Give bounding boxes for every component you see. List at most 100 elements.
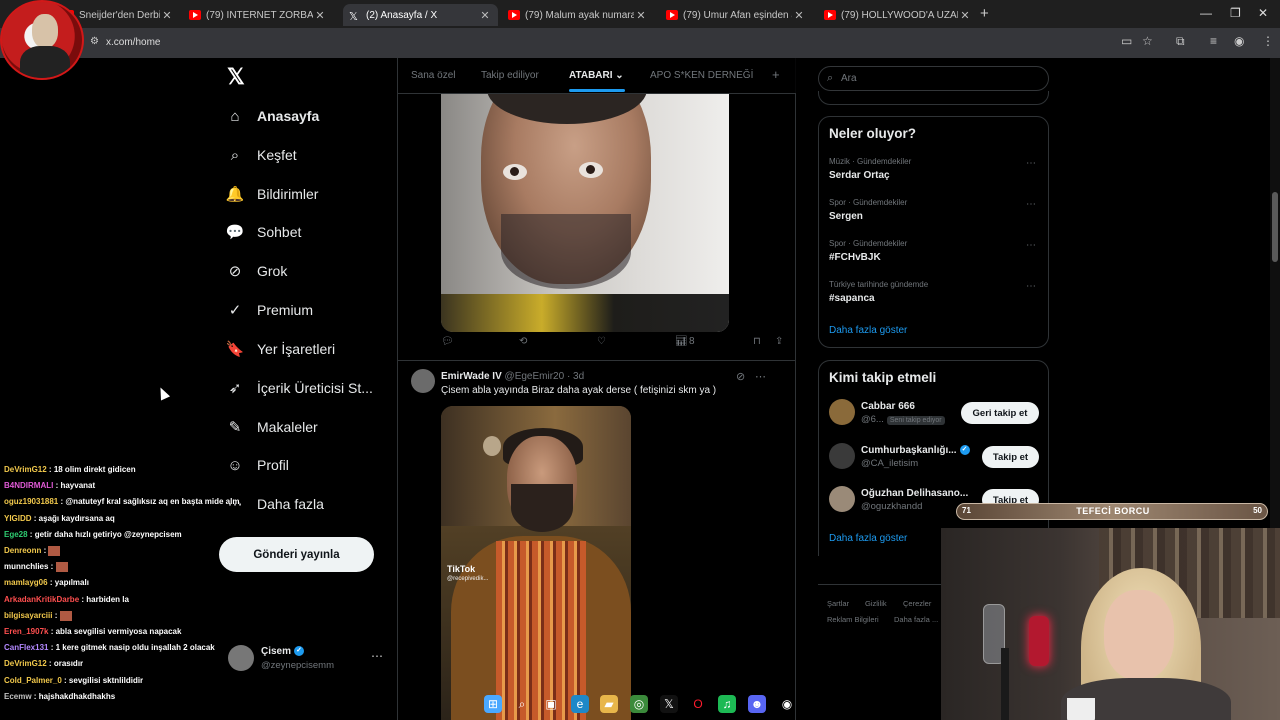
browser-tab[interactable]: 𝕏 (2) Anasayfa / X ✕: [343, 4, 498, 26]
trend-name[interactable]: #sapanca: [829, 293, 875, 304]
reply-icon[interactable]: 💬︎: [441, 336, 454, 347]
opera-icon[interactable]: O: [689, 695, 707, 713]
search-placeholder: Ara: [841, 73, 857, 84]
tab-title: (79) Malum ayak numarasına ka: [525, 9, 634, 21]
nav-item-more[interactable]: ⋯ Daha fazla: [226, 491, 324, 517]
minimize-icon[interactable]: —: [1200, 6, 1212, 20]
browser-tab[interactable]: (79) İNTERNET ZORBASINA SOF✕: [183, 4, 333, 26]
nav-item-premium[interactable]: ✓ Premium: [226, 297, 313, 323]
add-tab-icon[interactable]: +: [772, 67, 780, 82]
maximize-icon[interactable]: ❐: [1230, 6, 1241, 20]
browser-tab[interactable]: (79) Malum ayak numarasına ka✕: [502, 4, 654, 26]
nav-item-grok[interactable]: ⊘ Grok: [226, 258, 288, 284]
grok-icon[interactable]: ⊘: [736, 370, 745, 383]
tweet-image[interactable]: [441, 94, 729, 332]
bookmark-icon[interactable]: ⊓: [753, 336, 761, 347]
follow-button[interactable]: Geri takip et: [961, 402, 1039, 424]
tweet-author-name[interactable]: EmirWade IV: [441, 371, 502, 382]
more-icon[interactable]: ⋯: [755, 370, 766, 383]
tab-title: (2) Anasayfa / X: [366, 9, 438, 21]
new-tab-button[interactable]: +: [980, 5, 989, 22]
more-icon[interactable]: ⋯: [1026, 240, 1036, 251]
chat-message: Eren_1907k : abla sevgilisi vermiyosa na…: [0, 624, 240, 640]
obs-icon[interactable]: ◉: [778, 695, 796, 713]
avatar[interactable]: [411, 369, 435, 393]
footer-link[interactable]: Şartlar: [827, 599, 849, 608]
tab-apo[interactable]: APO S*KEN DERNEĞİ: [650, 70, 753, 81]
bell-icon: 🔔: [225, 186, 245, 203]
scrollbar-thumb[interactable]: [1272, 192, 1278, 262]
follow-button[interactable]: Takip et: [982, 446, 1039, 468]
follow-name[interactable]: Cumhurbaşkanlığı... ✓: [861, 445, 970, 456]
windows-icon[interactable]: ⊞: [484, 695, 502, 713]
more-icon[interactable]: ⋯: [1026, 281, 1036, 292]
follow-name[interactable]: Cabbar 666: [861, 401, 915, 412]
follow-handle-text: @oguzkhandd: [861, 501, 923, 512]
footer-link[interactable]: Çerezler: [903, 599, 931, 608]
edge-icon[interactable]: e: [571, 695, 589, 713]
nav-item-search[interactable]: ⌕ Keşfet: [226, 142, 297, 168]
close-tab-icon[interactable]: ✕: [313, 9, 327, 22]
footer-link[interactable]: Daha fazla ...: [894, 615, 938, 624]
nav-item-bell[interactable]: 🔔 Bildirimler: [225, 181, 319, 207]
close-tab-icon[interactable]: ✕: [958, 9, 972, 22]
nav-item-bookmark[interactable]: 🔖 Yer İşaretleri: [226, 336, 335, 362]
nav-item-chat[interactable]: 💬 Sohbet: [226, 219, 302, 245]
views-icon[interactable]: 📊︎: [675, 336, 688, 347]
profile-avatar-icon[interactable]: ◉: [1234, 34, 1244, 48]
post-button[interactable]: Gönderi yayınla: [219, 537, 374, 572]
close-tab-icon[interactable]: ✕: [792, 9, 806, 22]
tweet-video[interactable]: TikTok @recepivedik...: [441, 406, 631, 720]
footer-link[interactable]: Gizlilik: [865, 599, 887, 608]
trends-panel: Neler oluyor? Müzik · Gündemdekiler Serda…: [818, 116, 1049, 348]
browser-tab[interactable]: (79) Umur Afan eşinden azar yiy✕: [660, 4, 812, 26]
search-icon[interactable]: ⌕: [513, 695, 531, 713]
taskview-icon[interactable]: ▣: [542, 695, 560, 713]
search-input[interactable]: ⌕ Ara: [818, 66, 1049, 91]
like-icon[interactable]: ♡: [597, 336, 606, 347]
close-tab-icon[interactable]: ✕: [478, 9, 492, 22]
url-field[interactable]: x.com/home: [106, 37, 160, 48]
retweet-icon[interactable]: ⟲: [519, 336, 527, 347]
tab-sana-ozel[interactable]: Sana özel: [411, 70, 455, 81]
follow-show-more[interactable]: Daha fazla göster: [829, 533, 907, 544]
nav-item-home[interactable]: ⌂ Anasayfa: [226, 103, 319, 129]
folder-icon[interactable]: ▰: [600, 695, 618, 713]
avatar[interactable]: [829, 399, 855, 425]
chrome-icon[interactable]: ◎: [630, 695, 648, 713]
trend-name[interactable]: Sergen: [829, 211, 863, 222]
browser-menu-icon[interactable]: ⋮: [1262, 34, 1274, 48]
close-tab-icon[interactable]: ✕: [634, 9, 648, 22]
tweet-time[interactable]: · 3d: [567, 371, 584, 382]
trends-show-more[interactable]: Daha fazla göster: [829, 325, 907, 336]
more-icon[interactable]: ⋯: [1026, 199, 1036, 210]
tab-takip-ediliyor[interactable]: Takip ediliyor: [481, 70, 539, 81]
media-icon[interactable]: ≡: [1210, 34, 1217, 48]
x-icon[interactable]: 𝕏: [660, 695, 678, 713]
close-tab-icon[interactable]: ✕: [160, 9, 174, 22]
extensions-icon[interactable]: ⧉: [1176, 34, 1185, 49]
share-icon[interactable]: ⇪: [775, 336, 783, 347]
spotify-icon[interactable]: ♫: [718, 695, 736, 713]
follow-name[interactable]: Oğuzhan Delihasano...: [861, 488, 968, 499]
x-logo-icon[interactable]: 𝕏: [227, 64, 245, 90]
more-icon[interactable]: ⋯: [1026, 158, 1036, 169]
discord-icon[interactable]: ☻: [748, 695, 766, 713]
nav-item-rocket[interactable]: ➶ İçerik Üreticisi St...: [226, 375, 373, 401]
nav-item-article[interactable]: ✎ Makaleler: [226, 414, 318, 440]
account-switcher[interactable]: Çisem ✓ @zeynepcisemm ⋯: [228, 645, 388, 673]
close-window-icon[interactable]: ✕: [1258, 6, 1268, 20]
browser-tab[interactable]: (79) HOLLYWOOD'A UZANAN YO✕: [818, 4, 978, 26]
more-icon[interactable]: ⋯: [371, 649, 383, 663]
tweet-author-handle[interactable]: @EgeEmir20: [505, 371, 565, 382]
cast-icon[interactable]: ▭: [1121, 34, 1132, 48]
tab-atabari[interactable]: ATABARI ⌄: [569, 70, 624, 81]
avatar[interactable]: [829, 443, 855, 469]
avatar[interactable]: [829, 486, 855, 512]
trend-name[interactable]: Serdar Ortaç: [829, 170, 890, 181]
bookmark-star-icon[interactable]: ☆: [1142, 34, 1153, 48]
chat-separator: :: [31, 513, 39, 523]
footer-link[interactable]: Reklam Bilgileri: [827, 615, 879, 624]
trend-name[interactable]: #FCHvBJK: [829, 252, 881, 263]
site-info-icon[interactable]: ⚙: [90, 36, 99, 47]
